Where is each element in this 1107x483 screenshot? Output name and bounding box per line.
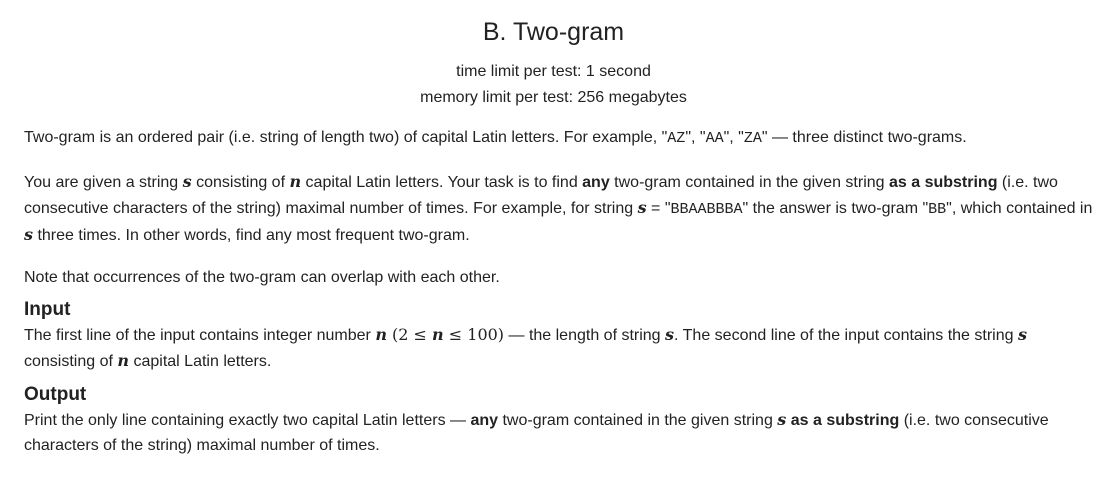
emphasis-any: any <box>470 412 499 429</box>
problem-title: B. Two-gram <box>482 18 625 46</box>
limits: time limit per test: 1 second memory lim… <box>0 59 1107 111</box>
emphasis-any: any <box>582 174 610 191</box>
output-title: Output <box>24 384 87 405</box>
input-section: Input The first line of the input contai… <box>24 298 1099 374</box>
problem-header: B. Two-gram time limit per test: 1 secon… <box>0 0 1107 111</box>
math-s: s <box>1017 325 1027 344</box>
emphasis-substring: as a substring <box>889 174 998 191</box>
time-limit: time limit per test: 1 second <box>456 63 651 80</box>
code-az: AZ <box>667 130 686 147</box>
memory-limit: memory limit per test: 256 megabytes <box>420 89 687 106</box>
input-description: The first line of the input contains int… <box>24 325 1027 370</box>
math-n: n <box>375 325 387 344</box>
statement-paragraph-1: Two-gram is an ordered pair (i.e. string… <box>24 129 967 147</box>
math-s: s <box>777 410 787 429</box>
math-s: s <box>665 325 675 344</box>
math-n: n <box>432 325 444 344</box>
problem-page: B. Two-gram time limit per test: 1 secon… <box>0 0 1107 483</box>
math-s: s <box>637 198 647 217</box>
statement-paragraph-3: Note that occurrences of the two-gram ca… <box>24 269 500 286</box>
output-description: Print the only line containing exactly t… <box>24 410 1049 454</box>
output-section: Output Print the only line containing ex… <box>24 383 1099 458</box>
math-s: s <box>182 172 192 191</box>
code-za: ZA <box>743 130 762 147</box>
math-n: n <box>117 351 130 370</box>
input-title: Input <box>24 299 71 320</box>
problem-statement: Two-gram is an ordered pair (i.e. string… <box>24 125 1099 467</box>
math-s: s <box>24 225 34 244</box>
code-example-string: BBAABBBA <box>670 201 743 218</box>
code-aa: AA <box>705 130 724 147</box>
emphasis-substring: as a substring <box>790 412 900 429</box>
statement-paragraph-2: You are given a string s consisting of n… <box>24 172 1093 244</box>
math-n: n <box>289 172 302 191</box>
code-bb: BB <box>928 201 947 218</box>
